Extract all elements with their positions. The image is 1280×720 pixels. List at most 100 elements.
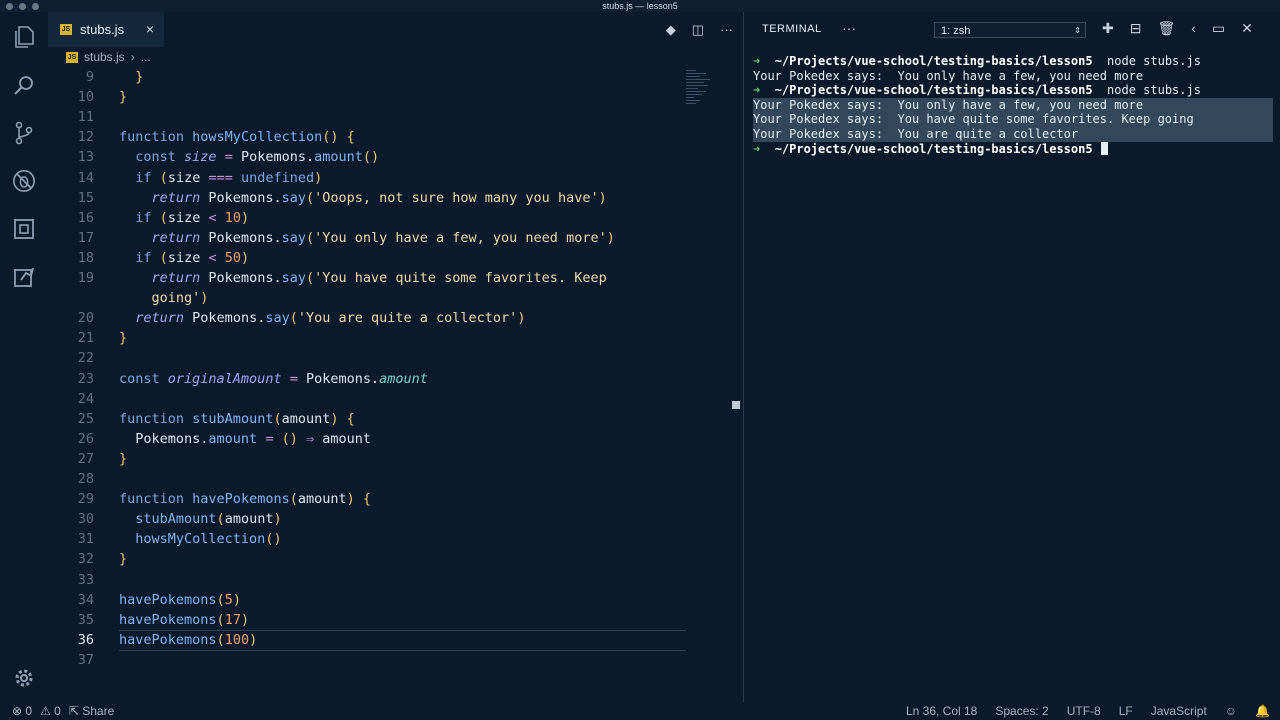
panel-divider[interactable] [743, 12, 744, 702]
line-number: 9 [85, 69, 94, 85]
code-text: return Pokemons.say('You have quite some… [151, 270, 607, 286]
line-number: 21 [77, 330, 94, 347]
code-text: const size = Pokemons.amount() [135, 149, 380, 166]
breadcrumb-rest[interactable]: ... [141, 50, 151, 64]
code-line[interactable]: 17 return Pokemons.say('You only have a … [48, 228, 615, 248]
prompt-path: ~/Projects/vue-school/testing-basics/les… [774, 54, 1093, 68]
split-editor-icon[interactable]: ◫ [692, 22, 704, 38]
terminal-actions: ✚ ⊟ 🗑 ‹ ▭ ✕ [1102, 20, 1253, 37]
more-actions-icon[interactable]: ··· [720, 22, 733, 38]
warnings-status[interactable]: ⚠ 0 [40, 702, 61, 720]
code-text: function havePokemons(amount) { [119, 491, 372, 508]
title-bar: stubs.js — lesson5 [0, 0, 1280, 12]
indentation[interactable]: Spaces: 2 [995, 702, 1048, 720]
code-line[interactable]: 14 if (size === undefined) [48, 168, 323, 188]
code-line[interactable]: 31 howsMyCollection() [48, 529, 282, 549]
window-controls[interactable] [6, 3, 39, 10]
close-panel-icon[interactable]: ✕ [1241, 20, 1253, 37]
prompt-arrow-icon: ➜ [753, 54, 775, 68]
code-line[interactable]: 22 [48, 348, 119, 368]
code-line[interactable]: 28 [48, 469, 119, 489]
terminal-output[interactable]: ➜ ~/Projects/vue-school/testing-basics/l… [753, 54, 1273, 694]
tab-label: stubs.js [80, 22, 125, 37]
remote-explorer-icon[interactable] [12, 265, 36, 289]
code-line[interactable]: 27} [48, 449, 127, 469]
code-line[interactable]: 25 function stubAmount(amount) { [48, 409, 355, 429]
code-line[interactable]: 9 } [48, 67, 144, 87]
terminal-shell-select[interactable]: 1: zsh ⇕ [934, 22, 1086, 38]
line-number: 32 [77, 551, 94, 568]
line-number: 20 [77, 310, 94, 327]
search-icon[interactable] [12, 73, 36, 97]
errors-status[interactable]: ⊗ 0 [12, 702, 32, 720]
code-line[interactable]: 12 function howsMyCollection() { [48, 127, 355, 147]
notifications-bell-icon[interactable]: 🔔 [1255, 702, 1270, 720]
javascript-file-icon: JS [66, 51, 78, 63]
code-line[interactable]: 13 const size = Pokemons.amount() [48, 147, 379, 167]
minimap[interactable] [686, 70, 714, 120]
code-line[interactable]: 36 havePokemons(100) [48, 630, 257, 650]
code-line[interactable]: 20 return Pokemons.say('You are quite a … [48, 308, 526, 328]
code-line[interactable]: 16 if (size < 10) [48, 208, 249, 228]
close-window-dot[interactable] [6, 3, 13, 10]
code-line[interactable]: 11 [48, 107, 119, 127]
code-line[interactable]: 30 stubAmount(amount) [48, 509, 282, 529]
tab-terminal[interactable]: TERMINAL [762, 23, 822, 35]
code-line[interactable]: 18 if (size < 50) [48, 248, 249, 268]
end-of-line[interactable]: LF [1119, 702, 1133, 720]
code-line[interactable]: 33 [48, 570, 119, 590]
add-terminal-icon[interactable]: ✚ [1102, 20, 1114, 37]
debug-icon[interactable] [12, 169, 36, 193]
code-line[interactable]: 29 function havePokemons(amount) { [48, 489, 371, 509]
line-number: 19 [77, 270, 94, 286]
chevron-left-icon[interactable]: ‹ [1191, 20, 1196, 37]
tab-stubs-js[interactable]: JS stubs.js × [48, 12, 164, 47]
trash-icon[interactable]: 🗑 [1157, 20, 1175, 37]
share-button[interactable]: ⇱ Share [69, 702, 114, 720]
settings-gear-icon[interactable] [12, 666, 36, 690]
explorer-icon[interactable] [12, 25, 36, 49]
code-text: if (size < 50) [135, 249, 250, 266]
zoom-window-dot[interactable] [32, 3, 39, 10]
code-line[interactable]: 19 return Pokemons.say('You have quite s… [48, 268, 607, 288]
line-number: 27 [77, 450, 94, 467]
code-line[interactable]: 26 Pokemons.amount = () ⇒ amount [48, 429, 371, 449]
code-text: howsMyCollection() [135, 531, 282, 548]
extensions-icon[interactable] [12, 217, 36, 241]
code-text: Pokemons.amount = () ⇒ amount [119, 430, 372, 447]
code-line[interactable]: 37 [48, 650, 119, 670]
more-icon[interactable]: ··· [842, 20, 856, 36]
minimize-window-dot[interactable] [19, 3, 26, 10]
line-number: 16 [77, 209, 94, 226]
prompt-path: ~/Projects/vue-school/testing-basics/les… [774, 83, 1093, 98]
code-line[interactable]: 15 return Pokemons.say('Ooops, not sure … [48, 188, 607, 208]
close-tab-icon[interactable]: × [146, 21, 154, 37]
maximize-panel-icon[interactable]: ▭ [1212, 20, 1225, 37]
code-line[interactable]: 32} [48, 549, 127, 569]
code-line[interactable]: going') [48, 288, 209, 308]
code-line[interactable]: 34 havePokemons(5) [48, 590, 241, 610]
terminal-output-line: Your Pokedex says: You have quite some f… [753, 112, 1273, 127]
cursor-position[interactable]: Ln 36, Col 18 [906, 702, 977, 720]
breadcrumb-file[interactable]: stubs.js [84, 50, 125, 64]
code-line[interactable]: 23 const originalAmount = Pokemons.amount [48, 369, 428, 389]
code-line[interactable]: 10} [48, 87, 127, 107]
encoding[interactable]: UTF-8 [1067, 702, 1101, 720]
source-control-icon[interactable] [12, 121, 36, 145]
line-number: 36 [77, 631, 94, 648]
line-number: 24 [77, 390, 94, 407]
code-text: function stubAmount(amount) { [119, 410, 355, 427]
scrollbar-thumb[interactable] [732, 401, 740, 409]
code-line[interactable]: 24 [48, 389, 119, 409]
language-mode[interactable]: JavaScript [1151, 702, 1207, 720]
line-number: 12 [77, 129, 94, 146]
git-compare-icon[interactable]: ◆ [666, 22, 676, 38]
feedback-smiley-icon[interactable]: ☺ [1225, 702, 1237, 720]
code-line[interactable]: 21} [48, 328, 127, 348]
error-count: 0 [25, 704, 33, 718]
code-text: havePokemons(5) [119, 591, 241, 608]
code-line[interactable]: 35 havePokemons(17) [48, 610, 249, 630]
split-terminal-icon[interactable]: ⊟ [1130, 20, 1142, 37]
code-text: havePokemons(100) [119, 631, 258, 648]
code-editor[interactable]: 9 } 10} 11 12 function howsMyCollection() {1… [48, 67, 688, 697]
